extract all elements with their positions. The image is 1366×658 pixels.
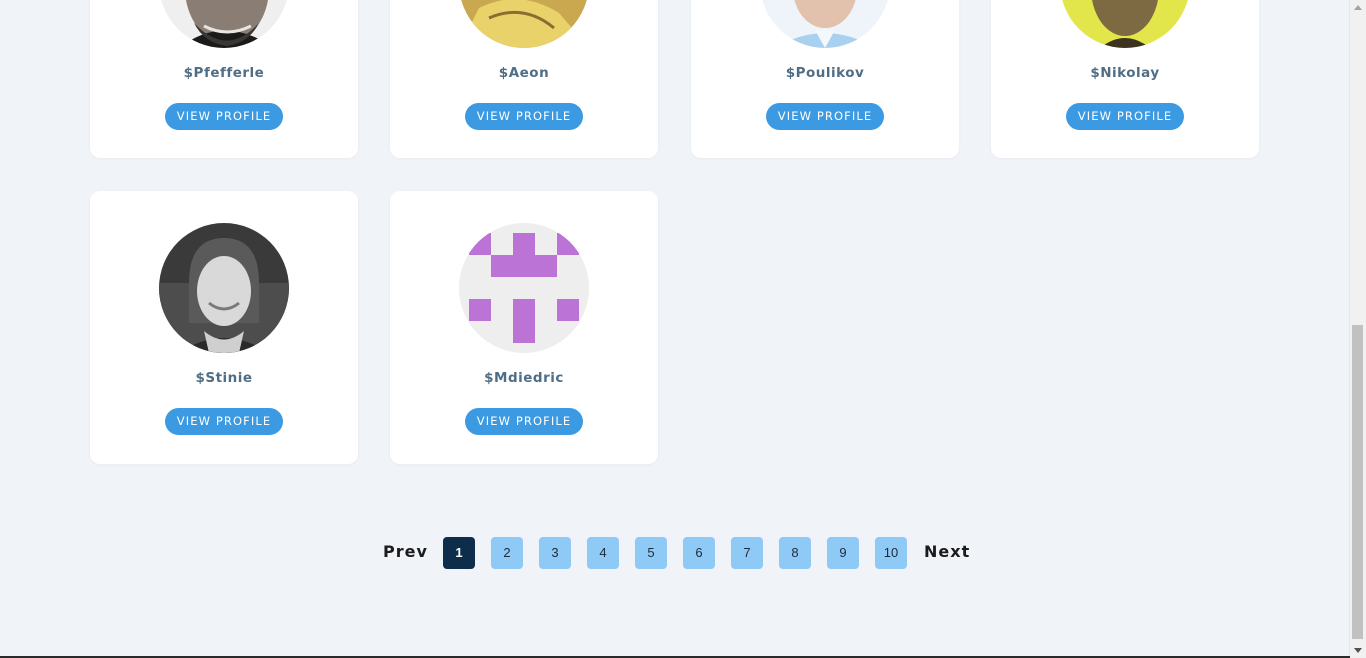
avatar[interactable] [459,223,589,353]
page-4-button[interactable]: 4 [587,537,619,569]
profile-photo [1060,0,1190,48]
avatar[interactable] [459,0,589,48]
page-2-button[interactable]: 2 [491,537,523,569]
page-1-button[interactable]: 1 [443,537,475,569]
page-9-button[interactable]: 9 [827,537,859,569]
profile-name: $Nikolay [1090,65,1160,81]
profile-card: $Poulikov VIEW PROFILE [691,0,959,158]
page-6-button[interactable]: 6 [683,537,715,569]
view-profile-button[interactable]: VIEW PROFILE [465,408,583,435]
scroll-down-arrow-icon[interactable] [1354,648,1362,653]
profile-name: $Mdiedric [484,370,564,386]
page-7-button[interactable]: 7 [731,537,763,569]
view-profile-button[interactable]: VIEW PROFILE [465,103,583,130]
profile-card: $Stinie VIEW PROFILE [90,191,358,464]
avatar[interactable] [760,0,890,48]
scroll-up-arrow-icon[interactable] [1354,5,1362,10]
identicon [459,223,589,353]
profile-card: $Pfefferle VIEW PROFILE [90,0,358,158]
page-5-button[interactable]: 5 [635,537,667,569]
profile-name: $Aeon [498,65,550,81]
profile-card: $Aeon VIEW PROFILE [390,0,658,158]
view-profile-button[interactable]: VIEW PROFILE [1066,103,1184,130]
vertical-scrollbar[interactable] [1349,0,1366,658]
profile-photo [760,0,890,48]
pagination: Prev 1 2 3 4 5 6 7 8 9 10 Next [0,536,1366,570]
profiles-page: $Pfefferle VIEW PROFILE $Aeon VIEW PROFI… [0,0,1366,658]
profile-name: $Stinie [195,370,253,386]
profile-photo [159,223,289,353]
avatar[interactable] [159,223,289,353]
page-3-button[interactable]: 3 [539,537,571,569]
profile-photo [459,0,589,48]
prev-page-link[interactable]: Prev [383,542,428,561]
profile-card: $Mdiedric VIEW PROFILE [390,191,658,464]
next-page-link[interactable]: Next [924,542,970,561]
view-profile-button[interactable]: VIEW PROFILE [165,408,283,435]
scrollbar-thumb[interactable] [1352,325,1363,639]
page-10-button[interactable]: 10 [875,537,907,569]
profile-photo [159,0,289,48]
profile-card: $Nikolay VIEW PROFILE [991,0,1259,158]
profile-name: $Poulikov [785,65,865,81]
view-profile-button[interactable]: VIEW PROFILE [165,103,283,130]
view-profile-button[interactable]: VIEW PROFILE [766,103,884,130]
avatar[interactable] [159,0,289,48]
avatar[interactable] [1060,0,1190,48]
profile-name: $Pfefferle [183,65,265,81]
page-8-button[interactable]: 8 [779,537,811,569]
